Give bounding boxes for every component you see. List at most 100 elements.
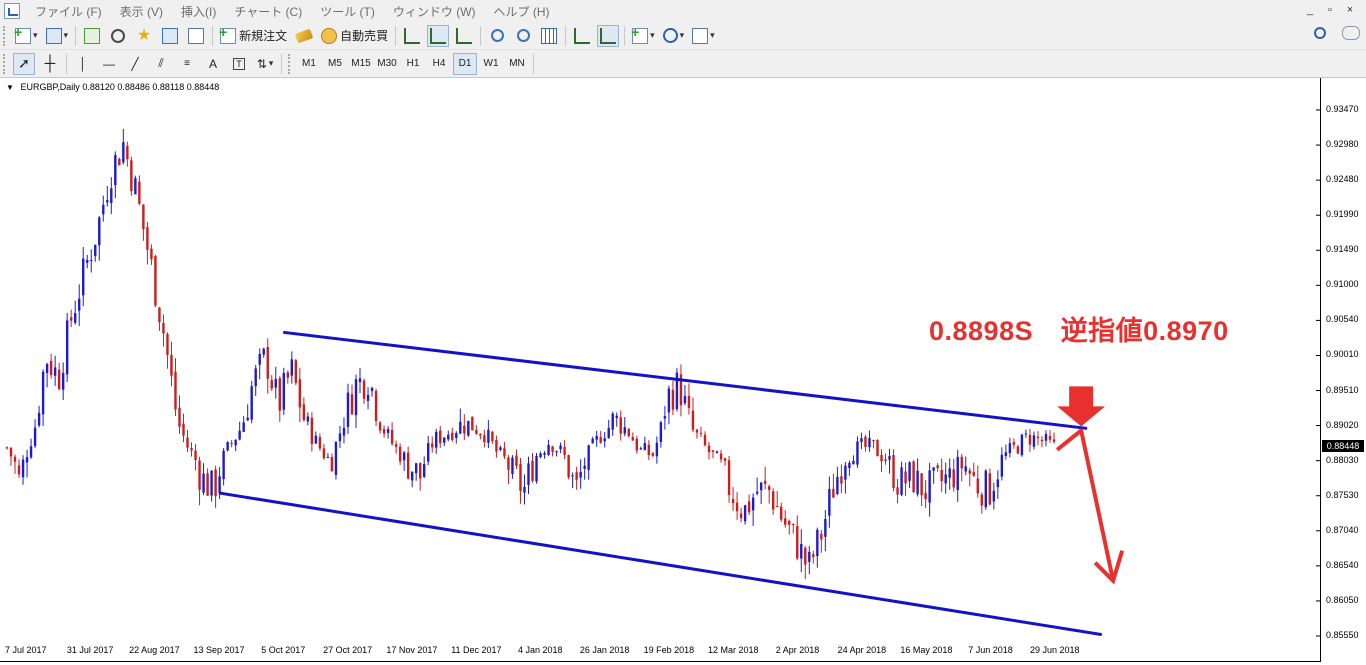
- candle-bearish: [503, 448, 506, 457]
- toolbar-separator: [212, 25, 214, 46]
- candle-bearish: [727, 460, 731, 496]
- metaeditor-button[interactable]: [293, 25, 315, 47]
- menu-file[interactable]: ファイル (F): [26, 3, 111, 20]
- candle-bullish: [852, 460, 855, 465]
- timeframe-w1[interactable]: W1: [479, 53, 503, 75]
- cursor-tool[interactable]: ➚: [13, 52, 35, 75]
- candle-bullish: [242, 422, 245, 432]
- market-watch-button[interactable]: [81, 25, 103, 47]
- terminal-button[interactable]: [159, 25, 181, 47]
- toolbar-grip[interactable]: [3, 25, 8, 46]
- candle-bearish: [483, 435, 486, 443]
- crosshair-tool[interactable]: ┼: [39, 53, 61, 75]
- menu-help[interactable]: ヘルプ (H): [485, 3, 559, 20]
- timeframe-h1[interactable]: H1: [401, 53, 425, 75]
- menu-tools[interactable]: ツール (T): [311, 3, 384, 20]
- new-chart-button[interactable]: [13, 24, 40, 47]
- templates-icon: [692, 27, 709, 44]
- tile-windows-icon: [541, 27, 558, 44]
- candle-bullish: [218, 476, 221, 493]
- candle-bearish: [904, 471, 907, 484]
- navigator-button[interactable]: ★: [133, 25, 155, 47]
- candle-bearish: [651, 453, 655, 456]
- new-order-button[interactable]: 新規注文: [218, 24, 289, 47]
- candle-bullish: [386, 428, 390, 433]
- toolbar-grip[interactable]: [3, 53, 8, 74]
- timeframe-m5[interactable]: M5: [323, 53, 347, 75]
- channel-lower-line[interactable]: [218, 491, 1103, 637]
- timeframe-h4[interactable]: H4: [427, 53, 451, 75]
- candle-bullish: [134, 178, 137, 195]
- line-chart-button[interactable]: [453, 25, 475, 47]
- candle-bullish: [663, 416, 667, 419]
- menu-window[interactable]: ウィンドウ (W): [384, 3, 485, 20]
- search-icon[interactable]: [1314, 27, 1326, 39]
- line-studies-toolbar: ➚ ┼ │ ― ╱ ⫽ ≡ A T ⇅ M1 M5 M15 M30 H1 H4 …: [0, 50, 1366, 78]
- candlestick-button[interactable]: [427, 24, 450, 47]
- candle-bearish: [976, 478, 979, 494]
- time-tick-label: 27 Oct 2017: [323, 645, 373, 655]
- chart-shift-button[interactable]: [597, 24, 620, 47]
- timeframe-m30[interactable]: M30: [375, 53, 399, 75]
- time-tick-label: 13 Sep 2017: [193, 645, 245, 655]
- menu-insert[interactable]: 挿入(I): [172, 3, 225, 20]
- candle-bullish: [559, 445, 562, 450]
- minimize-button[interactable]: _: [1302, 3, 1318, 17]
- indicators-button[interactable]: [630, 24, 657, 47]
- close-button[interactable]: ×: [1342, 3, 1358, 17]
- arrows-icon: ⇅: [256, 56, 267, 71]
- time-tick-label: 22 Aug 2017: [129, 645, 180, 655]
- candle-bearish: [687, 395, 691, 409]
- restore-button[interactable]: ▫: [1322, 3, 1338, 17]
- timeframe-d1[interactable]: D1: [453, 52, 477, 75]
- chart-window[interactable]: ▼ EURGBP,Daily 0.88120 0.88486 0.88118 0…: [0, 78, 1366, 665]
- candle-bearish: [230, 443, 233, 445]
- data-window-button[interactable]: [107, 25, 129, 47]
- candle-bullish: [595, 435, 598, 440]
- fibonacci-icon: ≡: [184, 58, 190, 69]
- candle-bearish: [57, 369, 61, 390]
- timeframe-m15[interactable]: M15: [349, 53, 373, 75]
- channel-tool[interactable]: ⫽: [150, 53, 172, 75]
- fibonacci-tool[interactable]: ≡: [176, 53, 198, 75]
- candle-bullish: [900, 467, 903, 495]
- price-plot[interactable]: [0, 78, 1320, 661]
- tile-windows-button[interactable]: [538, 25, 560, 47]
- zoom-out-button[interactable]: [512, 25, 534, 47]
- profiles-button[interactable]: [44, 25, 71, 47]
- candle-bullish: [447, 434, 450, 440]
- zoom-in-button[interactable]: [486, 25, 508, 47]
- candle-bearish: [940, 470, 943, 482]
- candle-bullish: [358, 378, 362, 383]
- templates-button[interactable]: [690, 25, 717, 47]
- arrows-tool[interactable]: ⇅: [254, 53, 276, 75]
- bar-chart-button[interactable]: [401, 25, 423, 47]
- candle-bullish: [623, 427, 626, 434]
- horizontal-line-tool[interactable]: ―: [98, 53, 120, 75]
- text-label-tool[interactable]: T: [228, 53, 250, 75]
- timeframe-m1[interactable]: M1: [297, 53, 321, 75]
- chat-icon[interactable]: [1342, 26, 1360, 40]
- timeframe-mn[interactable]: MN: [505, 53, 529, 75]
- candle-bearish: [318, 437, 322, 449]
- auto-trading-button[interactable]: 自動売買: [319, 25, 390, 47]
- auto-scroll-button[interactable]: [571, 25, 593, 47]
- menu-view[interactable]: 表示 (V): [111, 3, 172, 20]
- trendline-tool[interactable]: ╱: [124, 53, 146, 75]
- candle-bearish: [619, 417, 622, 434]
- toolbar-grip[interactable]: [288, 53, 293, 74]
- indicators-icon: [631, 24, 649, 44]
- candle-bearish: [362, 380, 366, 399]
- candle-bearish: [731, 498, 735, 504]
- candle-bearish: [118, 158, 121, 166]
- vertical-line-tool[interactable]: │: [72, 53, 94, 75]
- text-tool[interactable]: A: [202, 53, 224, 75]
- strategy-tester-button[interactable]: [185, 25, 207, 47]
- menu-chart[interactable]: チャート (C): [225, 3, 311, 20]
- candle-bullish: [1020, 434, 1024, 456]
- candle-bearish: [475, 430, 478, 434]
- time-tick-label: 26 Jan 2018: [579, 645, 630, 655]
- candle-bearish: [575, 472, 578, 480]
- periods-button[interactable]: [661, 25, 687, 47]
- candle-bullish: [844, 465, 847, 480]
